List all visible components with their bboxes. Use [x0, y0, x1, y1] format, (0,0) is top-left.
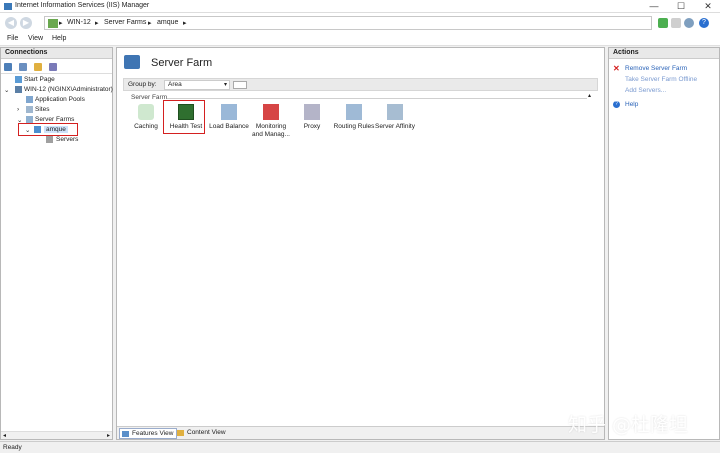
tree-item-start-page[interactable]: Start Page	[24, 76, 55, 83]
minimize-button[interactable]: —	[642, 0, 666, 13]
window-title: Internet Information Services (IIS) Mana…	[15, 2, 150, 9]
server-icon	[48, 19, 58, 28]
group-by-bar: Group by: Area ▾	[123, 78, 598, 91]
page-title: Server Farm	[151, 57, 213, 69]
tree-item-sites[interactable]: Sites	[35, 106, 49, 113]
feature-server-affinity[interactable]: Server Affinity	[374, 104, 416, 131]
collapse-section-icon[interactable]: ▴	[588, 92, 591, 99]
folder-icon[interactable]	[34, 63, 42, 71]
section-label: Server Farm	[131, 94, 168, 101]
stop-icon[interactable]	[671, 18, 681, 28]
collapse-icon[interactable]: ⌄	[25, 126, 30, 134]
watermark: 知乎 @杜隆坦	[568, 414, 689, 436]
features-panel: Server Farm Group by: Area ▾ Server Farm…	[116, 47, 605, 440]
back-icon[interactable]: ◀	[5, 17, 17, 29]
actions-header: Actions	[609, 48, 719, 59]
group-by-select[interactable]: Area ▾	[164, 80, 230, 90]
server-affinity-icon	[387, 104, 403, 120]
tree-item-server[interactable]: WIN-12 (NGINX\Administrator)	[24, 86, 113, 93]
feature-health-test[interactable]: Health Test	[165, 104, 207, 131]
feature-caching[interactable]: Caching	[125, 104, 167, 131]
menu-file[interactable]: File	[7, 35, 18, 42]
routing-rules-icon	[346, 104, 362, 120]
menu-view[interactable]: View	[28, 35, 43, 42]
tree-item-server-farms[interactable]: Server Farms	[35, 116, 74, 123]
proxy-icon	[304, 104, 320, 120]
collapse-icon[interactable]: ⌄	[4, 86, 9, 94]
tree-item-servers[interactable]: Servers	[56, 136, 78, 143]
feature-load-balance[interactable]: Load Balance	[208, 104, 250, 131]
close-button[interactable]: ✕	[696, 0, 720, 13]
remove-icon: ✕	[613, 64, 620, 73]
action-remove-server-farm[interactable]: Remove Server Farm	[625, 65, 687, 72]
server-node-icon	[15, 86, 22, 93]
feature-monitoring[interactable]: Monitoring and Manag...	[250, 104, 292, 139]
tree-item-amque[interactable]: amque	[44, 126, 68, 133]
help-icon: ?	[613, 101, 620, 108]
feature-routing-rules[interactable]: Routing Rules	[333, 104, 375, 131]
connections-toolbar	[1, 60, 112, 74]
globe-icon[interactable]	[4, 63, 12, 71]
breadcrumb-server-farms[interactable]: Server Farms	[104, 19, 146, 26]
breadcrumb-separator: ▸	[148, 20, 152, 27]
tree-item-application-pools[interactable]: Application Pools	[35, 96, 85, 103]
menu-help[interactable]: Help	[52, 35, 66, 42]
load-balance-icon	[221, 104, 237, 120]
forward-icon[interactable]: ▶	[20, 17, 32, 29]
connect-icon[interactable]	[658, 18, 668, 28]
scroll-left-icon[interactable]: ◂	[3, 432, 6, 439]
breadcrumb-separator: ▸	[183, 20, 187, 27]
address-bar: ◀ ▶ ▸ WIN-12 ▸ Server Farms ▸ amque ▸ ?	[0, 13, 720, 33]
breadcrumb-amque[interactable]: amque	[157, 19, 178, 26]
app-pools-icon	[26, 96, 33, 103]
view-toggle-icon[interactable]	[233, 81, 247, 89]
breadcrumb-separator: ▸	[59, 20, 63, 27]
action-add-servers[interactable]: Add Servers...	[625, 87, 666, 94]
section-divider	[167, 98, 587, 99]
features-view-icon	[122, 431, 129, 437]
start-page-icon	[15, 76, 22, 83]
action-take-offline[interactable]: Take Server Farm Offline	[625, 76, 697, 83]
expand-icon[interactable]: ›	[17, 106, 19, 113]
status-text: Ready	[3, 444, 22, 451]
farm-icon	[34, 126, 41, 133]
action-help[interactable]: Help	[625, 101, 638, 108]
breadcrumb[interactable]: ▸ WIN-12 ▸ Server Farms ▸ amque ▸	[44, 16, 652, 30]
breadcrumb-separator: ▸	[95, 20, 99, 27]
health-test-icon	[178, 104, 194, 120]
scroll-right-icon[interactable]: ▸	[107, 432, 110, 439]
tab-features-view[interactable]: Features View	[119, 428, 178, 439]
refresh-icon[interactable]	[684, 18, 694, 28]
breadcrumb-win12[interactable]: WIN-12	[67, 19, 91, 26]
group-by-label: Group by:	[128, 81, 157, 88]
feature-proxy[interactable]: Proxy	[291, 104, 333, 131]
title-bar: Internet Information Services (IIS) Mana…	[0, 0, 720, 13]
save-icon[interactable]	[19, 63, 27, 71]
server-farms-icon	[26, 116, 33, 123]
iis-app-icon	[4, 3, 12, 10]
connections-header: Connections	[1, 48, 112, 59]
menu-bar: File View Help	[0, 33, 720, 46]
status-bar: Ready	[0, 441, 720, 453]
help-icon[interactable]: ?	[699, 18, 709, 28]
actions-panel: Actions ✕ Remove Server Farm Take Server…	[608, 47, 720, 440]
connect-server-icon[interactable]	[49, 63, 57, 71]
server-farm-icon	[124, 55, 140, 69]
servers-icon	[46, 136, 53, 143]
view-tabs: Features View Content View	[117, 426, 604, 439]
monitoring-icon	[263, 104, 279, 120]
sites-icon	[26, 106, 33, 113]
chevron-down-icon: ▾	[223, 82, 227, 88]
caching-icon	[138, 104, 154, 120]
horizontal-scrollbar[interactable]: ◂ ▸	[1, 431, 112, 439]
maximize-button[interactable]: ☐	[669, 0, 693, 13]
tab-content-view[interactable]: Content View	[177, 429, 226, 436]
content-view-icon	[177, 430, 184, 436]
connections-panel: Connections Start Page ⌄ WIN-12 (NGINX\A…	[0, 47, 113, 440]
group-by-value: Area	[168, 81, 182, 88]
